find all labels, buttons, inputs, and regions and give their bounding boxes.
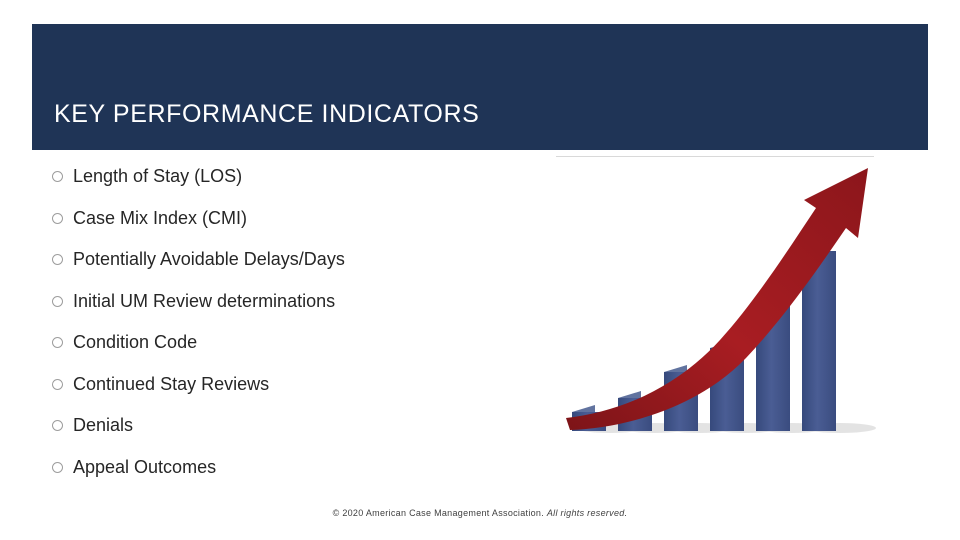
list-item: Initial UM Review determinations <box>52 290 522 314</box>
list-item-label: Continued Stay Reviews <box>73 373 270 394</box>
list-item-label: Denials <box>73 415 134 435</box>
list-item-label: Appeal Outcomes <box>73 456 217 477</box>
list-item: Case Mix Index (CMI) <box>52 207 522 231</box>
list-item: Condition Code <box>52 331 522 355</box>
list-item: Potentially Avoidable Delays/Days <box>52 248 522 272</box>
slide: KEY PERFORMANCE INDICATORS Length of Sta… <box>0 0 960 540</box>
list-item-label: Case Mix Index (CMI) <box>73 207 248 228</box>
list-item: Denials <box>52 414 522 438</box>
circle-bullet-icon <box>52 295 63 307</box>
list-item: Continued Stay Reviews <box>52 373 522 397</box>
header-band <box>32 24 928 150</box>
circle-bullet-icon <box>52 420 63 431</box>
growth-chart-image <box>550 150 880 435</box>
bullet-list: Length of Stay (LOS) Case Mix Index (CMI… <box>52 165 522 497</box>
footer-rights-text: All rights reserved. <box>546 508 628 518</box>
circle-bullet-icon <box>52 378 63 390</box>
circle-bullet-icon <box>52 212 63 224</box>
footer-copyright-text: © 2020 American Case Management Associat… <box>332 508 545 518</box>
footer-copyright: © 2020 American Case Management Associat… <box>0 508 960 518</box>
list-item-label: Length of Stay (LOS) <box>73 166 243 186</box>
list-item: Appeal Outcomes <box>52 456 522 480</box>
list-item: Length of Stay (LOS) <box>52 165 522 189</box>
circle-bullet-icon <box>52 171 63 182</box>
circle-bullet-icon <box>52 254 63 265</box>
list-item-label: Potentially Avoidable Delays/Days <box>73 249 345 269</box>
circle-bullet-icon <box>52 337 63 348</box>
page-title: KEY PERFORMANCE INDICATORS <box>54 100 480 128</box>
circle-bullet-icon <box>52 461 63 473</box>
list-item-label: Initial UM Review determinations <box>73 290 336 311</box>
list-item-label: Condition Code <box>73 332 198 352</box>
